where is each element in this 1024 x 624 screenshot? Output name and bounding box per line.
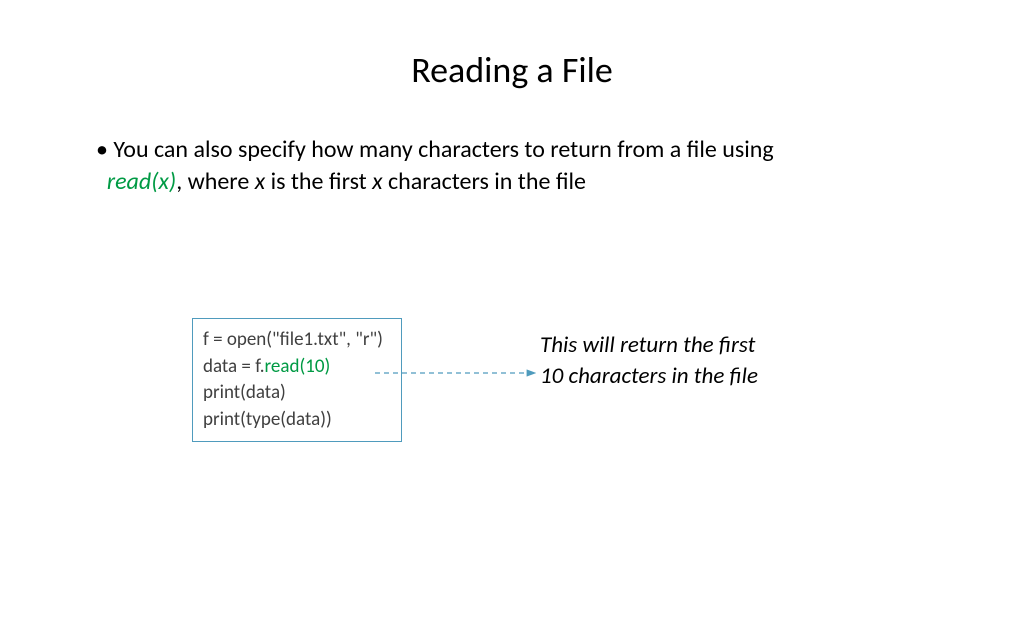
bullet-var2: x [372, 167, 382, 196]
slide-title: Reading a File [0, 48, 1024, 92]
bullet-marker: • [96, 135, 113, 164]
code-line-4: print(type(data)) [203, 407, 391, 434]
bullet-code-func: read(x) [107, 167, 176, 196]
bullet-var1: x [255, 167, 265, 196]
code-line-1: f = open("file1.txt", "r") [203, 327, 391, 354]
annotation-line-2: 10 characters in the file [540, 361, 840, 392]
code-line-2-func: read(10) [265, 355, 331, 378]
bullet-text-mid1: , where [176, 167, 255, 196]
annotation-text: This will return the first 10 characters… [540, 330, 840, 392]
code-box: f = open("file1.txt", "r") data = f.read… [192, 318, 402, 442]
code-line-2-pre: data = f. [203, 355, 265, 378]
annotation-line-1: This will return the first [540, 330, 840, 361]
code-line-3: print(data) [203, 380, 391, 407]
bullet-text-mid2: is the first [265, 167, 372, 196]
bullet-text-before: You can also specify how many characters… [113, 135, 773, 164]
bullet-text-after: characters in the file [383, 167, 586, 196]
bullet-item: • You can also specify how many characte… [96, 134, 928, 199]
content-area: • You can also specify how many characte… [0, 134, 1024, 199]
code-line-2: data = f.read(10) [203, 354, 391, 381]
